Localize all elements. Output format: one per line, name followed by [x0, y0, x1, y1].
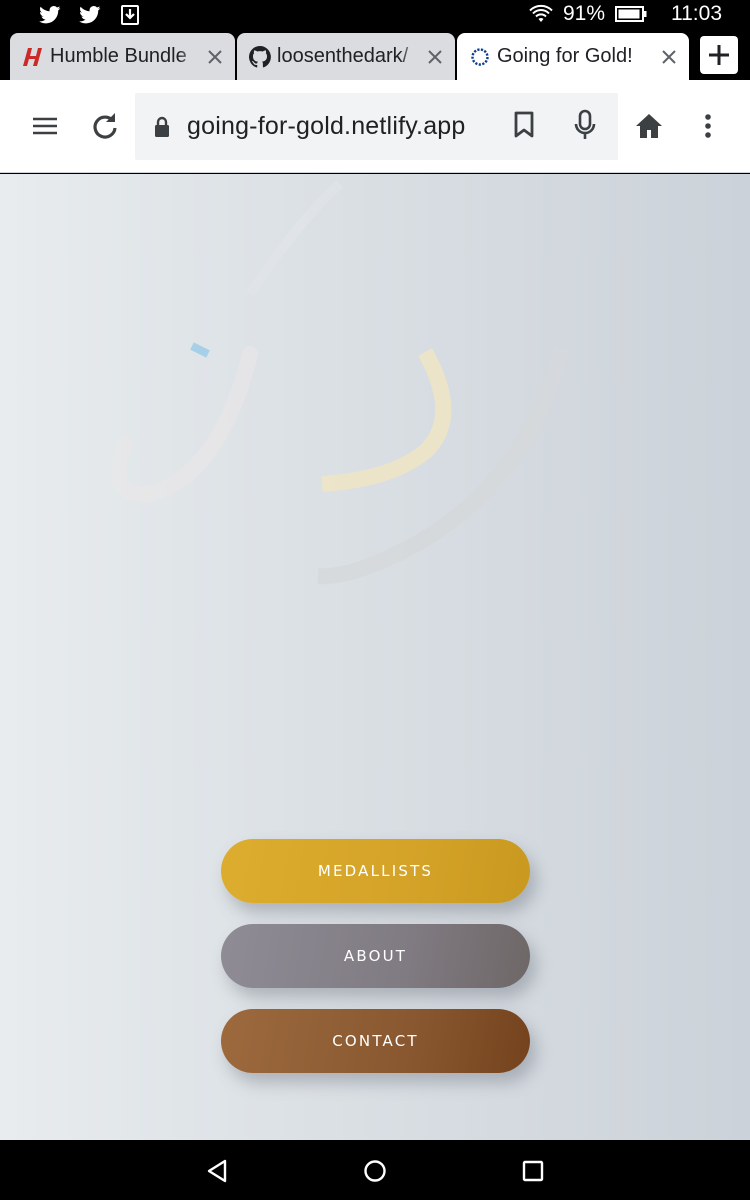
overflow-menu-button[interactable] [688, 106, 728, 146]
twitter-icon [78, 4, 102, 26]
notification-icons [38, 4, 142, 26]
contact-button[interactable]: CONTACT [221, 1009, 530, 1073]
home-nav-button[interactable] [358, 1154, 392, 1188]
tab-github[interactable]: loosenthedark/ [237, 33, 455, 80]
download-icon [118, 4, 142, 26]
twitter-icon [38, 4, 62, 26]
close-tab-icon[interactable] [421, 43, 449, 71]
menu-button[interactable] [25, 106, 65, 146]
tab-title: Going for Gold! [497, 45, 633, 67]
browser-toolbar: going-for-gold.netlify.app [0, 80, 750, 173]
olympic-rings-animation [110, 180, 570, 585]
ring-fragment-yellow [321, 348, 452, 492]
lock-icon [153, 116, 173, 138]
recents-button[interactable] [516, 1154, 550, 1188]
tab-going-for-gold[interactable]: Going for Gold! [457, 33, 689, 80]
close-tab-icon[interactable] [655, 43, 683, 71]
reload-button[interactable] [85, 106, 125, 146]
microphone-icon[interactable] [573, 109, 603, 143]
about-button[interactable]: ABOUT [221, 924, 530, 988]
back-button[interactable] [200, 1154, 234, 1188]
ring-fragment-faint [245, 180, 344, 297]
humble-bundle-icon [22, 46, 44, 68]
address-bar[interactable]: going-for-gold.netlify.app [135, 93, 618, 160]
battery-percent: 91% [562, 2, 605, 25]
more-vert-icon [705, 114, 711, 138]
new-tab-button[interactable] [700, 36, 738, 74]
tab-strip: Humble Bundle loosenthedark/ Going for G… [0, 31, 750, 80]
clock: 11:03 [671, 2, 722, 25]
close-tab-icon[interactable] [201, 43, 229, 71]
github-icon [249, 45, 271, 68]
home-button[interactable] [629, 106, 669, 146]
page-content: MEDALLISTS ABOUT CONTACT [0, 174, 750, 1140]
hamburger-icon [33, 117, 57, 135]
recents-square-icon [522, 1160, 544, 1182]
wifi-icon [529, 3, 553, 25]
tab-humble-bundle[interactable]: Humble Bundle [10, 33, 235, 80]
olympic-rings-icon [469, 46, 491, 68]
bookmark-icon[interactable] [513, 111, 543, 143]
home-icon [636, 114, 662, 138]
url-text[interactable]: going-for-gold.netlify.app [187, 112, 466, 141]
tab-title: loosenthedark/ [277, 45, 409, 67]
tab-title: Humble Bundle [50, 45, 187, 67]
back-triangle-icon [207, 1159, 227, 1183]
ring-fragment-blue [190, 342, 210, 358]
status-bar: 91% 11:03 [0, 0, 750, 31]
system-status: 91% 11:03 [529, 2, 722, 26]
navigation-bar [0, 1140, 750, 1200]
reload-icon [93, 113, 117, 139]
home-circle-icon [364, 1160, 386, 1182]
plus-icon [709, 45, 729, 65]
battery-icon [615, 3, 647, 25]
medallists-button[interactable]: MEDALLISTS [221, 839, 530, 903]
ring-fragment-white [110, 346, 258, 503]
